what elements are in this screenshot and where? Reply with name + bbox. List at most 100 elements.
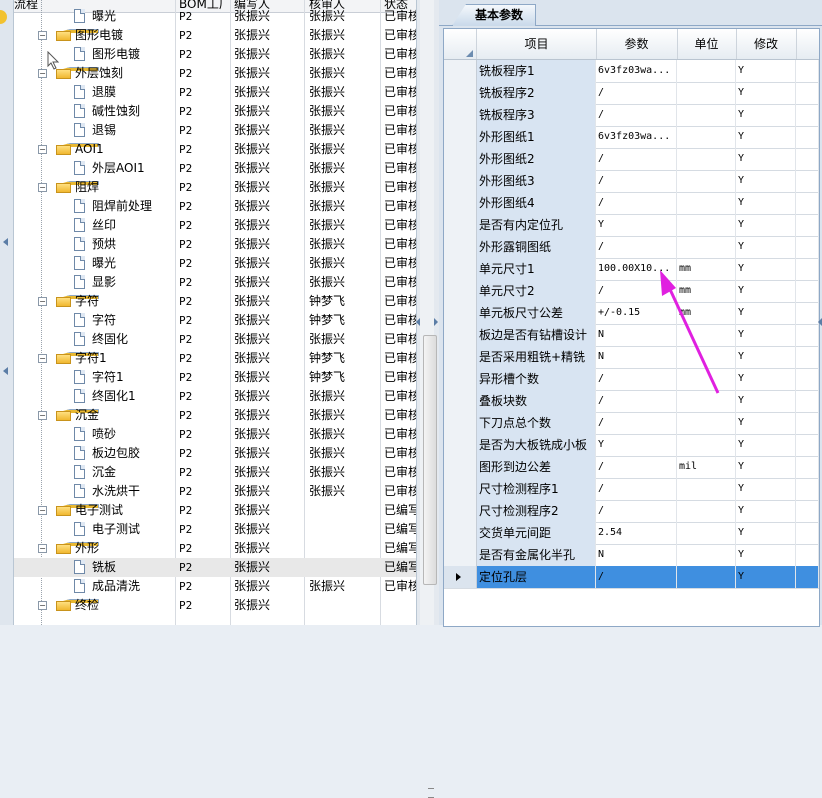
- param-modify-cell[interactable]: Y: [736, 60, 796, 82]
- param-row[interactable]: 单元尺寸2/mm Y: [444, 280, 819, 303]
- param-modify-cell[interactable]: Y: [736, 82, 796, 104]
- tree-item-row[interactable]: 板边包胶 P2 张振兴 张振兴 已审核: [14, 444, 416, 463]
- collapse-toggle-icon[interactable]: −: [38, 601, 47, 610]
- tree-group-row[interactable]: − 字符 P2 张振兴 钟梦飞 已审核: [14, 292, 416, 311]
- param-value-cell[interactable]: /: [596, 170, 677, 192]
- select-all-corner-icon[interactable]: [466, 50, 473, 57]
- param-value-cell[interactable]: /: [596, 280, 677, 302]
- param-unit-cell[interactable]: mm: [677, 258, 736, 280]
- param-value-cell[interactable]: Y: [596, 214, 677, 236]
- row-header[interactable]: [444, 324, 477, 346]
- param-unit-cell[interactable]: mil: [677, 456, 736, 478]
- param-unit-cell[interactable]: [677, 434, 736, 456]
- tree-item-row[interactable]: 碱性蚀刻 P2 张振兴 张振兴 已审核: [14, 102, 416, 121]
- param-row[interactable]: 外形图纸2/ Y: [444, 148, 819, 171]
- splitter-right-arrow-icon[interactable]: [434, 318, 438, 326]
- row-header[interactable]: [444, 544, 477, 566]
- param-modify-cell[interactable]: Y: [736, 302, 796, 324]
- tree-item-row[interactable]: 退膜 P2 张振兴 张振兴 已审核: [14, 83, 416, 102]
- param-modify-cell[interactable]: Y: [736, 412, 796, 434]
- tree-item-row[interactable]: 铣板 P2 张振兴 已编写: [14, 558, 416, 577]
- tree-item-row[interactable]: 喷砂 P2 张振兴 张振兴 已审核: [14, 425, 416, 444]
- row-header[interactable]: [444, 566, 477, 588]
- param-row[interactable]: 定位孔层 / Y: [444, 566, 819, 589]
- tree-item-row[interactable]: 曝光 P2 张振兴 张振兴 已审核: [14, 7, 416, 26]
- param-value-cell[interactable]: 2.54: [596, 522, 677, 544]
- col-header-item[interactable]: 项目: [477, 29, 597, 59]
- param-modify-cell[interactable]: Y: [736, 478, 796, 500]
- row-header[interactable]: [444, 280, 477, 302]
- param-row[interactable]: 外形图纸3/ Y: [444, 170, 819, 193]
- param-unit-cell[interactable]: [677, 192, 736, 214]
- param-value-cell[interactable]: N: [596, 346, 677, 368]
- param-value-cell[interactable]: 100.00X10...: [596, 258, 677, 280]
- col-header-unit[interactable]: 单位: [677, 29, 737, 59]
- tab-basic-params[interactable]: 基本参数: [452, 4, 537, 26]
- param-unit-cell[interactable]: [677, 148, 736, 170]
- collapse-toggle-icon[interactable]: −: [38, 31, 47, 40]
- param-modify-cell[interactable]: Y: [736, 324, 796, 346]
- tree-item-row[interactable]: 沉金 P2 张振兴 张振兴 已审核: [14, 463, 416, 482]
- tree-item-row[interactable]: 终固化 P2 张振兴 张振兴 已审核: [14, 330, 416, 349]
- param-value-cell[interactable]: +/-0.15: [596, 302, 677, 324]
- tree-item-row[interactable]: 电子测试 P2 张振兴 已编写: [14, 520, 416, 539]
- right-edge-arrow-icon[interactable]: [818, 318, 822, 326]
- tree-item-row[interactable]: 丝印 P2 张振兴 张振兴 已审核: [14, 216, 416, 235]
- param-modify-cell[interactable]: Y: [736, 346, 796, 368]
- param-value-cell[interactable]: N: [596, 544, 677, 566]
- param-row[interactable]: 是否有金属化半孔 N Y: [444, 544, 819, 567]
- param-modify-cell[interactable]: Y: [736, 368, 796, 390]
- param-value-cell[interactable]: /: [596, 478, 677, 500]
- row-header[interactable]: [444, 236, 477, 258]
- param-unit-cell[interactable]: [677, 522, 736, 544]
- param-row[interactable]: 铣板程序3/ Y: [444, 104, 819, 127]
- param-modify-cell[interactable]: Y: [736, 280, 796, 302]
- param-unit-cell[interactable]: [677, 236, 736, 258]
- tree-item-row[interactable]: 外层AOI1 P2 张振兴 张振兴 已审核: [14, 159, 416, 178]
- param-modify-cell[interactable]: Y: [736, 522, 796, 544]
- row-header[interactable]: [444, 500, 477, 522]
- param-row[interactable]: 外形图纸1 6v3fz03wa... Y: [444, 126, 819, 149]
- param-value-cell[interactable]: /: [596, 390, 677, 412]
- param-row[interactable]: 外形露铜图纸 / Y: [444, 236, 819, 259]
- tree-group-row[interactable]: − 图形电镀 P2 张振兴 张振兴 已审核: [14, 26, 416, 45]
- tree-item-row[interactable]: 字符1 P2 张振兴 钟梦飞 已审核: [14, 368, 416, 387]
- param-value-cell[interactable]: 6v3fz03wa...: [596, 126, 677, 148]
- param-row[interactable]: 是否为大板铣成小板 Y Y: [444, 434, 819, 457]
- param-row[interactable]: 铣板程序1 6v3fz03wa... Y: [444, 60, 819, 83]
- param-unit-cell[interactable]: [677, 170, 736, 192]
- col-header-param[interactable]: 参数: [596, 29, 678, 59]
- tree-item-row[interactable]: 字符 P2 张振兴 钟梦飞 已审核: [14, 311, 416, 330]
- param-modify-cell[interactable]: Y: [736, 258, 796, 280]
- param-row[interactable]: 板边是否有钻槽设计 N Y: [444, 324, 819, 347]
- param-modify-cell[interactable]: Y: [736, 500, 796, 522]
- collapse-toggle-icon[interactable]: −: [38, 69, 47, 78]
- param-row[interactable]: 下刀点总个数 / Y: [444, 412, 819, 435]
- row-header[interactable]: [444, 522, 477, 544]
- tree-group-row[interactable]: − AOI1 P2 张振兴 张振兴 已审核: [14, 140, 416, 159]
- collapse-toggle-icon[interactable]: −: [38, 297, 47, 306]
- param-modify-cell[interactable]: Y: [736, 544, 796, 566]
- param-row[interactable]: 外形图纸4/ Y: [444, 192, 819, 215]
- param-unit-cell[interactable]: [677, 478, 736, 500]
- col-header-modify[interactable]: 修改: [736, 29, 797, 59]
- row-header[interactable]: [444, 258, 477, 280]
- param-value-cell[interactable]: /: [596, 236, 677, 258]
- row-header[interactable]: [444, 390, 477, 412]
- param-value-cell[interactable]: N: [596, 324, 677, 346]
- param-row[interactable]: 铣板程序2/ Y: [444, 82, 819, 105]
- tree-item-row[interactable]: 曝光 P2 张振兴 张振兴 已审核: [14, 254, 416, 273]
- collapse-toggle-icon[interactable]: −: [38, 354, 47, 363]
- param-value-cell[interactable]: 6v3fz03wa...: [596, 60, 677, 82]
- param-value-cell[interactable]: Y: [596, 434, 677, 456]
- tree-group-row[interactable]: − 字符1 P2 张振兴 钟梦飞 已审核: [14, 349, 416, 368]
- param-value-cell[interactable]: /: [596, 368, 677, 390]
- param-unit-cell[interactable]: mm: [677, 280, 736, 302]
- param-value-cell[interactable]: /: [596, 566, 677, 588]
- collapse-toggle-icon[interactable]: −: [38, 145, 47, 154]
- collapse-toggle-icon[interactable]: −: [38, 544, 47, 553]
- tree-group-row[interactable]: − 阻焊 P2 张振兴 张振兴 已审核: [14, 178, 416, 197]
- param-modify-cell[interactable]: Y: [736, 434, 796, 456]
- collapse-toggle-icon[interactable]: −: [38, 183, 47, 192]
- param-row[interactable]: 尺寸检测程序2/ Y: [444, 500, 819, 523]
